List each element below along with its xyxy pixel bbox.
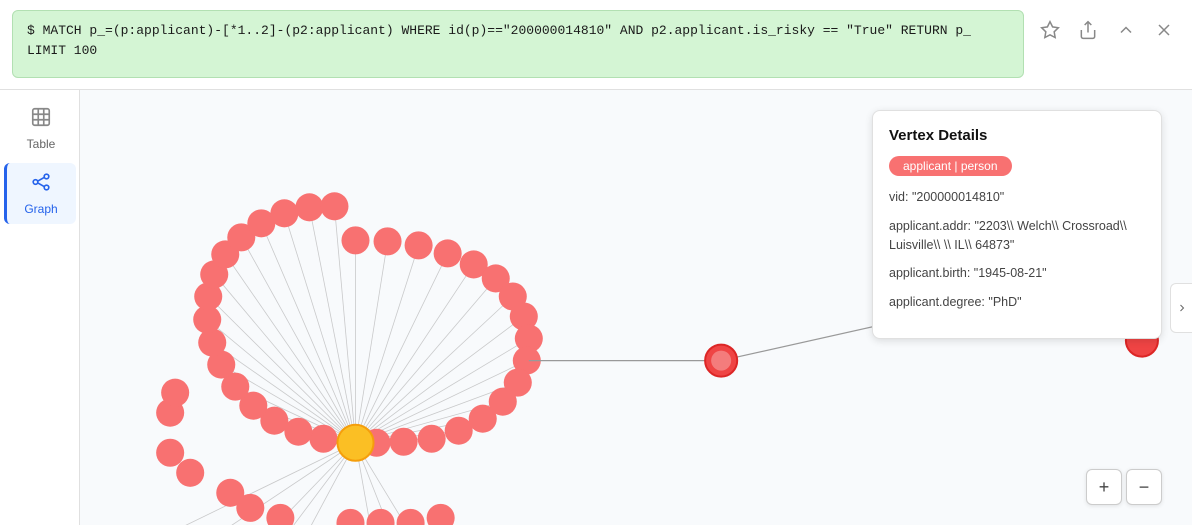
zoom-controls: + − — [1086, 469, 1162, 505]
query-text-box[interactable]: $ MATCH p_=(p:applicant)-[*1..2]-(p2:app… — [12, 10, 1024, 78]
zoom-out-button[interactable]: − — [1126, 469, 1162, 505]
close-button[interactable] — [1148, 14, 1180, 46]
vertex-label-badge: applicant | person — [889, 156, 1012, 176]
query-bar: $ MATCH p_=(p:applicant)-[*1..2]-(p2:app… — [0, 0, 1192, 90]
sidebar-tab-graph[interactable]: Graph — [4, 163, 76, 224]
vertex-property-birth-value: "1945-08-21" — [974, 266, 1047, 280]
zoom-in-button[interactable]: + — [1086, 469, 1122, 505]
vertex-property-birth-label: applicant.birth: — [889, 266, 974, 280]
sidebar: Table Graph — [0, 90, 80, 525]
query-actions — [1034, 10, 1180, 46]
graph-icon — [30, 171, 52, 198]
star-button[interactable] — [1034, 14, 1066, 46]
vertex-panel-title: Vertex Details — [889, 127, 1145, 144]
vertex-property-degree: applicant.degree: "PhD" — [889, 293, 1145, 312]
vertex-property-vid-value: "200000014810" — [912, 190, 1004, 204]
sidebar-tab-table[interactable]: Table — [4, 98, 76, 159]
collapse-handle[interactable] — [1170, 283, 1192, 333]
graph-tab-label: Graph — [24, 202, 57, 216]
share-button[interactable] — [1072, 14, 1104, 46]
vertex-property-degree-label: applicant.degree: "PhD" — [889, 295, 1022, 309]
vertex-property-birth: applicant.birth: "1945-08-21" — [889, 264, 1145, 283]
vertex-property-addr: applicant.addr: "2203\\ Welch\\ Crossroa… — [889, 217, 1145, 255]
graph-area[interactable]: Vertex Details applicant | person vid: "… — [80, 90, 1192, 525]
vertex-panel: Vertex Details applicant | person vid: "… — [872, 110, 1162, 339]
table-tab-label: Table — [27, 137, 56, 151]
content-area: Table Graph — [0, 90, 1192, 525]
vertex-property-vid: vid: "200000014810" — [889, 188, 1145, 207]
main-container: $ MATCH p_=(p:applicant)-[*1..2]-(p2:app… — [0, 0, 1192, 525]
table-icon — [30, 106, 52, 133]
collapse-button[interactable] — [1110, 14, 1142, 46]
vertex-property-addr-label: applicant.addr: — [889, 219, 974, 233]
vertex-property-vid-label: vid: — [889, 190, 912, 204]
